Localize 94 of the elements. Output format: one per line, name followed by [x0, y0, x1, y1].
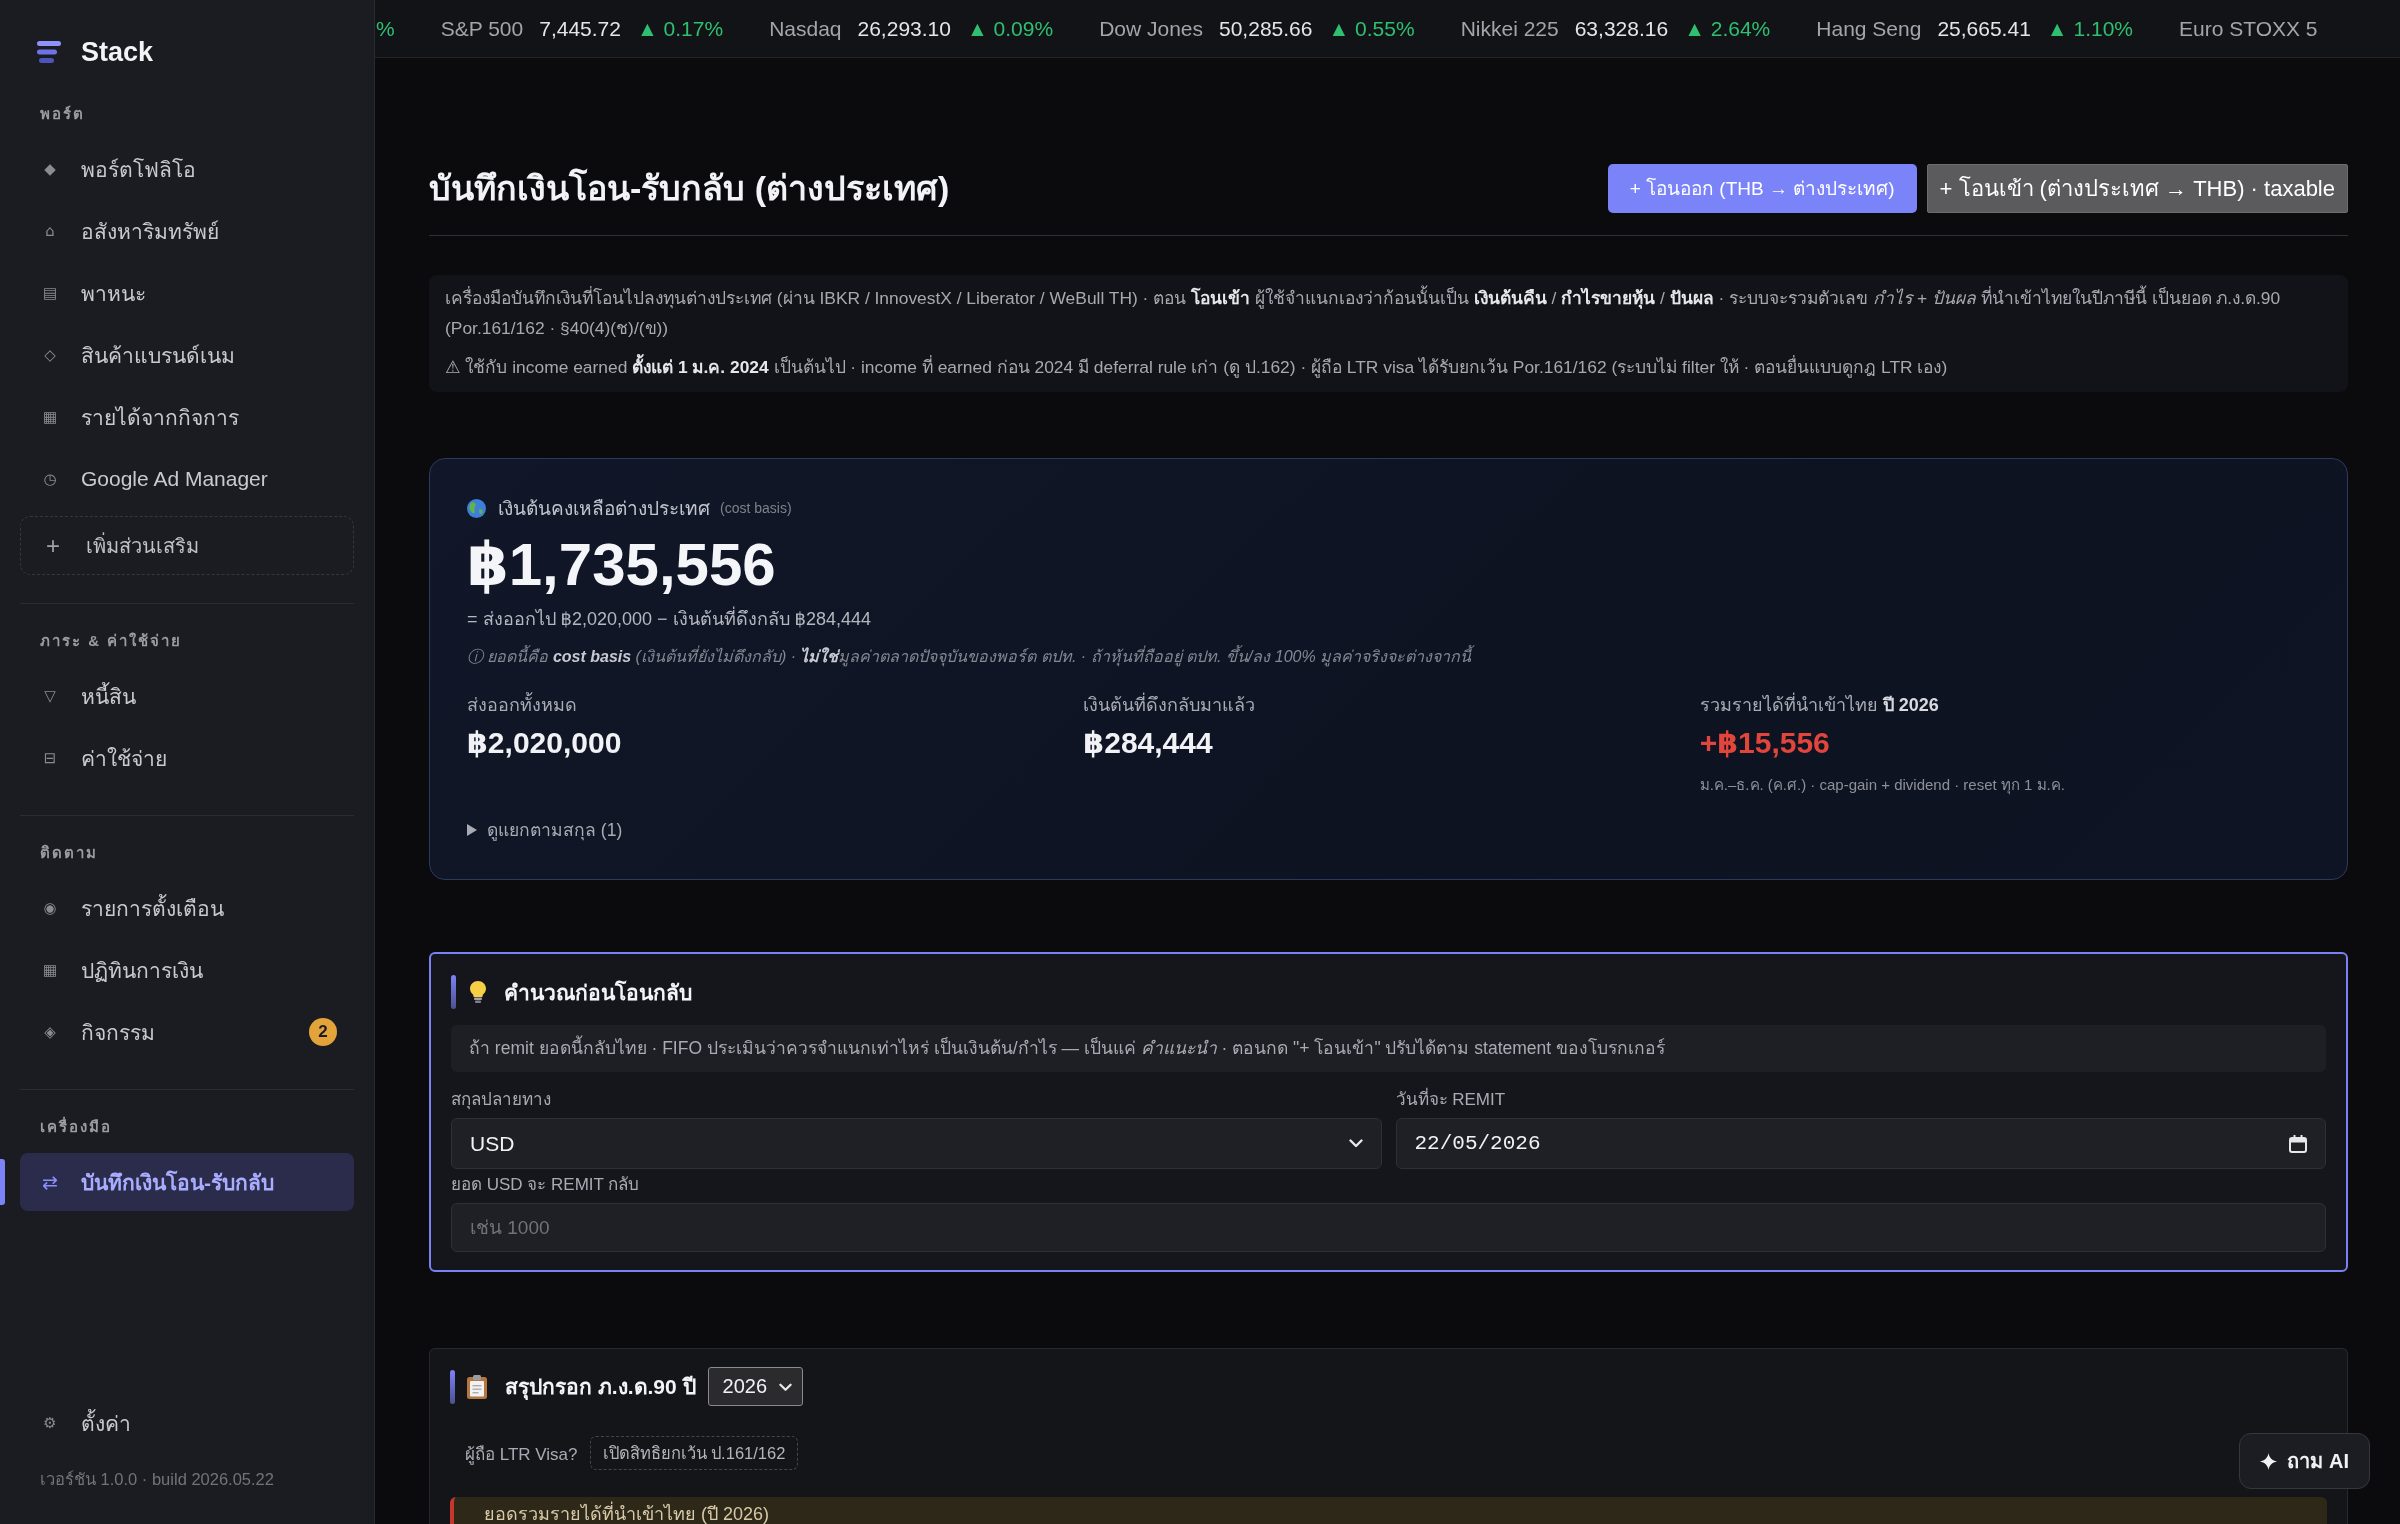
- logo-icon: [37, 41, 61, 63]
- swap-icon: ⇄: [42, 1171, 58, 1193]
- ticker-change: ▲ 2.64%: [1684, 16, 1771, 41]
- clipboard-icon: [467, 1374, 487, 1399]
- chevron-icon: [779, 1382, 793, 1392]
- target-icon: ◉: [42, 899, 58, 917]
- grid-icon: ▦: [42, 961, 58, 979]
- version-text: เวอร์ชัน 1.0.0 · build 2026.05.22: [40, 1469, 274, 1490]
- minus-box-icon: ⊟: [42, 749, 58, 767]
- brand-name: Stack: [81, 36, 154, 68]
- lightbulb-icon: [470, 981, 486, 1003]
- nav-item[interactable]: ▦ รายได้จากกิจการ: [20, 388, 354, 446]
- ticker-value: 63,328.16: [1574, 16, 1669, 41]
- stat-value: +฿15,556: [1699, 725, 1830, 761]
- add-section-button[interactable]: + เพิ่มส่วนเสริม: [20, 516, 354, 575]
- list-icon: ▤: [42, 284, 58, 302]
- section-title: เครื่องมือ: [40, 1117, 112, 1137]
- nav-item[interactable]: ◉ รายการตั้งเตือน: [20, 879, 354, 937]
- section-title: พอร์ต: [40, 104, 85, 124]
- card-title: สรุปกรอก ภ.ง.ด.90 ปี: [505, 1374, 696, 1402]
- ticker-name: Euro STOXX 5: [2179, 16, 2318, 41]
- ticker-name: S&P 500: [440, 16, 524, 41]
- nav-item[interactable]: ⚙ ตั้งค่า: [20, 1394, 354, 1452]
- diamond-icon: ◈: [42, 1023, 58, 1041]
- ticker-change: ▲ 0.55%: [1328, 16, 1415, 41]
- ticker-change: %: [376, 16, 395, 41]
- nav-item[interactable]: ▤ พาหนะ: [20, 264, 354, 322]
- grid-icon: ▦: [42, 408, 58, 426]
- accent-bar: [450, 1369, 455, 1404]
- ticker-change: ▲ 0.17%: [636, 16, 724, 41]
- triangle-icon: ▽: [42, 687, 58, 705]
- section-title: ติดตาม: [40, 843, 98, 863]
- ticker-name: Nasdaq: [769, 16, 842, 41]
- stat-label: รวมรายได้ที่นำเข้าไทย ปี 2026: [1699, 692, 1939, 718]
- ltr-label: ผู้ถือ LTR Visa?: [465, 1443, 578, 1467]
- card-title: เงินต้นคงเหลือต่างประเทศ: [498, 497, 710, 521]
- ticker-name: Hang Seng: [1816, 16, 1922, 41]
- amount-input[interactable]: เช่น 1000: [451, 1203, 2326, 1252]
- ticker-value: 50,285.66: [1219, 16, 1313, 41]
- nav-item[interactable]: ⌂ อสังหาริมทรัพย์: [20, 202, 354, 260]
- formula-text: = ส่งออกไป ฿2,020,000 − เงินต้นที่ดึงกลับ ฿284,444: [467, 606, 872, 632]
- ticker-value: 7,445.72: [539, 16, 621, 41]
- date-field[interactable]: 22/05/2026: [1395, 1118, 2326, 1169]
- field-label: ยอด USD จะ REMIT กลับ: [451, 1174, 640, 1196]
- balance-amount: ฿1,735,556: [467, 530, 776, 600]
- page-title: บันทึกเงินโอน-รับกลับ (ต่างประเทศ): [429, 167, 950, 209]
- nav-item[interactable]: ⇄ บันทึกเงินโอน-รับกลับ: [20, 1153, 354, 1211]
- nav-item[interactable]: ◷ Google Ad Manager: [20, 450, 354, 508]
- settings-icon: ⚙: [42, 1414, 58, 1432]
- nav-item[interactable]: ◇ สินค้าแบรนด์เนม: [20, 326, 354, 384]
- stat-value: ฿284,444: [1083, 725, 1213, 761]
- card-title: คำนวณก่อนโอนกลับ: [504, 979, 692, 1006]
- field-label: วันที่จะ REMIT: [1395, 1089, 1506, 1111]
- breakdown-toggle[interactable]: ดูแยกตามสกุล (1): [467, 818, 623, 842]
- notice-text: ⚠ ใช้กับ income earned ตั้งแต่ 1 ม.ค. 2024 เป็นต้นไป · income ที่ earned ก่อน 2024 มี deferral rule เก่า (ดู ป.162) · ผู้ถือ LTR visa ได้รับยกเว้น Por.161/162 (ระบบไม่ filter ให้ · ตอนยื่นแบบดูกฎ LTR เอง): [445, 352, 2332, 382]
- chevron-icon: [1348, 1139, 1363, 1148]
- nav-item[interactable]: ▦ ปฏิทินการเงิน: [20, 941, 354, 999]
- ticker-name: Dow Jones: [1099, 16, 1203, 41]
- notification-badge: 2: [309, 1018, 337, 1046]
- currency-select[interactable]: USD: [451, 1118, 1382, 1169]
- disclaimer-text: ⓘ ยอดนี้คือ cost basis (เงินต้นที่ยังไม่ดึงกลับ) · ไม่ใช่มูลค่าตลาดปัจจุบันของพอร์ต ตปท. · ถ้าหุ้นที่ถืออยู่ ตปท. ขึ้น/ลง 100% มูลค่าจริงจะต่างจากนี้: [467, 644, 1478, 670]
- hint-banner: ถ้า remit ยอดนี้กลับไทย · FIFO ประเมินว่าควรจำแนกเท่าไหร่ เป็นเงินต้น/กำไร — เป็นแค่ คำแนะนำ · ตอนกด "+ โอนเข้า" ปรับได้ตาม statement ของโบรกเกอร์: [451, 1025, 2326, 1072]
- ticker-value: 26,293.10: [857, 16, 951, 41]
- section-title: ภาระ & ค่าใช้จ่าย: [40, 631, 183, 651]
- warning-banner: ยอดรวมรายได้ที่นำเข้าไทย (ปี 2026): [450, 1497, 2327, 1524]
- ticker-value: 25,665.41: [1937, 16, 2031, 41]
- ticker-change: ▲ 0.09%: [966, 16, 1054, 41]
- clock-icon: ◷: [42, 470, 58, 488]
- accent-bar: [451, 975, 456, 1009]
- field-label: สกุลปลายทาง: [451, 1089, 551, 1111]
- ticker-change: ▲ 1.10%: [2046, 16, 2133, 41]
- sparkle-icon: [2260, 1452, 2278, 1470]
- stat-note: ม.ค.–ธ.ค. (ค.ศ.) · cap-gain + dividend · reset ทุก 1 ม.ค.: [1699, 775, 2065, 796]
- diamond-icon: ◆: [42, 160, 58, 178]
- nav-item[interactable]: ▽ หนี้สิน: [20, 667, 354, 725]
- stat-label: เงินต้นที่ดึงกลับมาแล้ว: [1083, 692, 1256, 718]
- ask-ai-button[interactable]: ถาม AI: [2239, 1433, 2370, 1489]
- nav-item[interactable]: ◈ กิจกรรม 2: [20, 1003, 354, 1061]
- diamond-outline-icon: ◇: [42, 346, 58, 364]
- active-indicator: [0, 1159, 5, 1205]
- house-icon: ⌂: [42, 222, 58, 240]
- ltr-exemption-button[interactable]: เปิดสิทธิยกเว้น ป.161/162: [589, 1436, 799, 1470]
- nav-item[interactable]: ◆ พอร์ตโฟลิโอ: [20, 140, 354, 198]
- calendar-icon: [2289, 1134, 2307, 1153]
- transfer-in-button[interactable]: + โอนเข้า (ต่างประเทศ → THB) · taxable: [1926, 163, 2348, 213]
- title-note: (cost basis): [720, 500, 792, 516]
- plus-icon: +: [45, 531, 61, 560]
- stat-value: ฿2,020,000: [467, 725, 622, 761]
- ticker-name: Nikkei 225: [1460, 16, 1559, 41]
- year-select[interactable]: 2026: [707, 1367, 804, 1406]
- nav-item[interactable]: ⊟ ค่าใช้จ่าย: [20, 729, 354, 787]
- globe-icon: [467, 498, 486, 518]
- info-text: เครื่องมือบันทึกเงินที่โอนไปลงทุนต่างประเทศ (ผ่าน IBKR / InnovestX / Liberator / WeBull TH) · ตอน โอนเข้า ผู้ใช้จำแนกเองว่าก้อนนั้นเป็น เงินต้นคืน / กำไรขายหุ้น / ปันผล · ระบบจะรวมตัวเลข กำไร + ปันผล ที่นำเข้าไทยในปีภาษีนี้ เป็นยอด ภ.ง.ด.90 (Por.161/162 · §40(4)(ช)/(ข)): [445, 283, 2332, 343]
- stat-label: ส่งออกทั้งหมด: [467, 692, 577, 718]
